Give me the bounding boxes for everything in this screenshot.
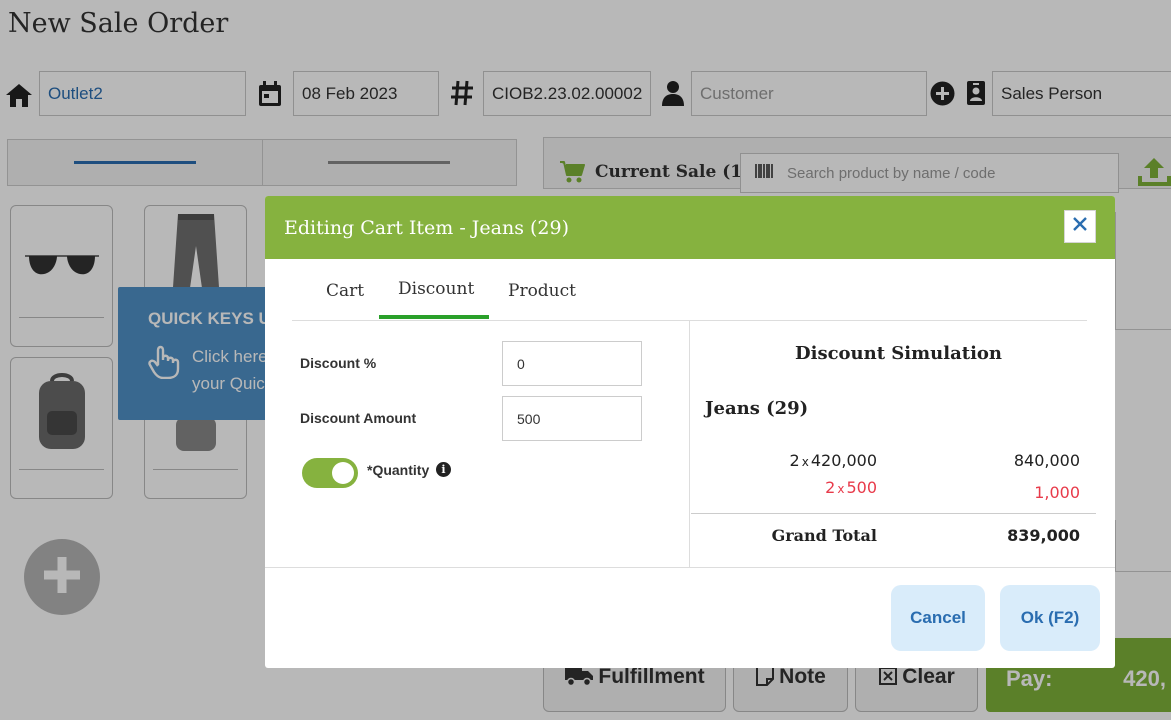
- discount-amount-input[interactable]: [502, 396, 642, 441]
- quantity-toggle[interactable]: [302, 458, 358, 488]
- column-divider: [689, 321, 690, 567]
- modal-title: Editing Cart Item - Jeans (29): [284, 216, 569, 239]
- close-icon: [1073, 217, 1087, 236]
- ok-button[interactable]: Ok (F2): [1000, 585, 1100, 651]
- discount-line: 2 x 500: [735, 478, 877, 497]
- discount-total: 1,000: [1034, 483, 1080, 502]
- grand-total-label: Grand Total: [771, 526, 877, 545]
- discount-unit: 500: [846, 478, 877, 497]
- discount-amount-label: Discount Amount: [300, 410, 417, 426]
- multiply-sign: x: [801, 455, 809, 469]
- tab-product[interactable]: Product: [508, 281, 576, 301]
- grand-total-value: 839,000: [1007, 526, 1080, 545]
- modal-header: Editing Cart Item - Jeans (29): [265, 196, 1115, 259]
- quantity-label: *Quantity: [367, 462, 430, 478]
- edit-cart-item-modal: Editing Cart Item - Jeans (29) Cart Disc…: [265, 196, 1115, 668]
- multiply-sign: x: [837, 482, 845, 496]
- cancel-button[interactable]: Cancel: [891, 585, 985, 651]
- simulation-product: Jeans (29): [705, 398, 809, 419]
- footer-separator: [265, 567, 1115, 568]
- toggle-knob: [332, 462, 354, 484]
- discount-qty: 2: [825, 478, 836, 497]
- info-icon[interactable]: i: [436, 462, 451, 477]
- modal-tabs: Cart Discount Product: [292, 259, 1087, 321]
- line-total: 840,000: [1013, 451, 1080, 470]
- tab-discount[interactable]: Discount: [398, 279, 474, 299]
- simulation-title: Discount Simulation: [795, 343, 1003, 364]
- discount-percent-label: Discount %: [300, 355, 377, 371]
- tab-cart[interactable]: Cart: [326, 281, 364, 301]
- price-line: 2 x 420,000: [735, 451, 877, 470]
- close-button[interactable]: [1064, 210, 1096, 243]
- discount-percent-input[interactable]: [502, 341, 642, 386]
- simulation-separator: [691, 513, 1096, 514]
- price-qty: 2: [789, 451, 800, 470]
- unit-price: 420,000: [810, 451, 877, 470]
- active-tab-indicator: [379, 315, 489, 319]
